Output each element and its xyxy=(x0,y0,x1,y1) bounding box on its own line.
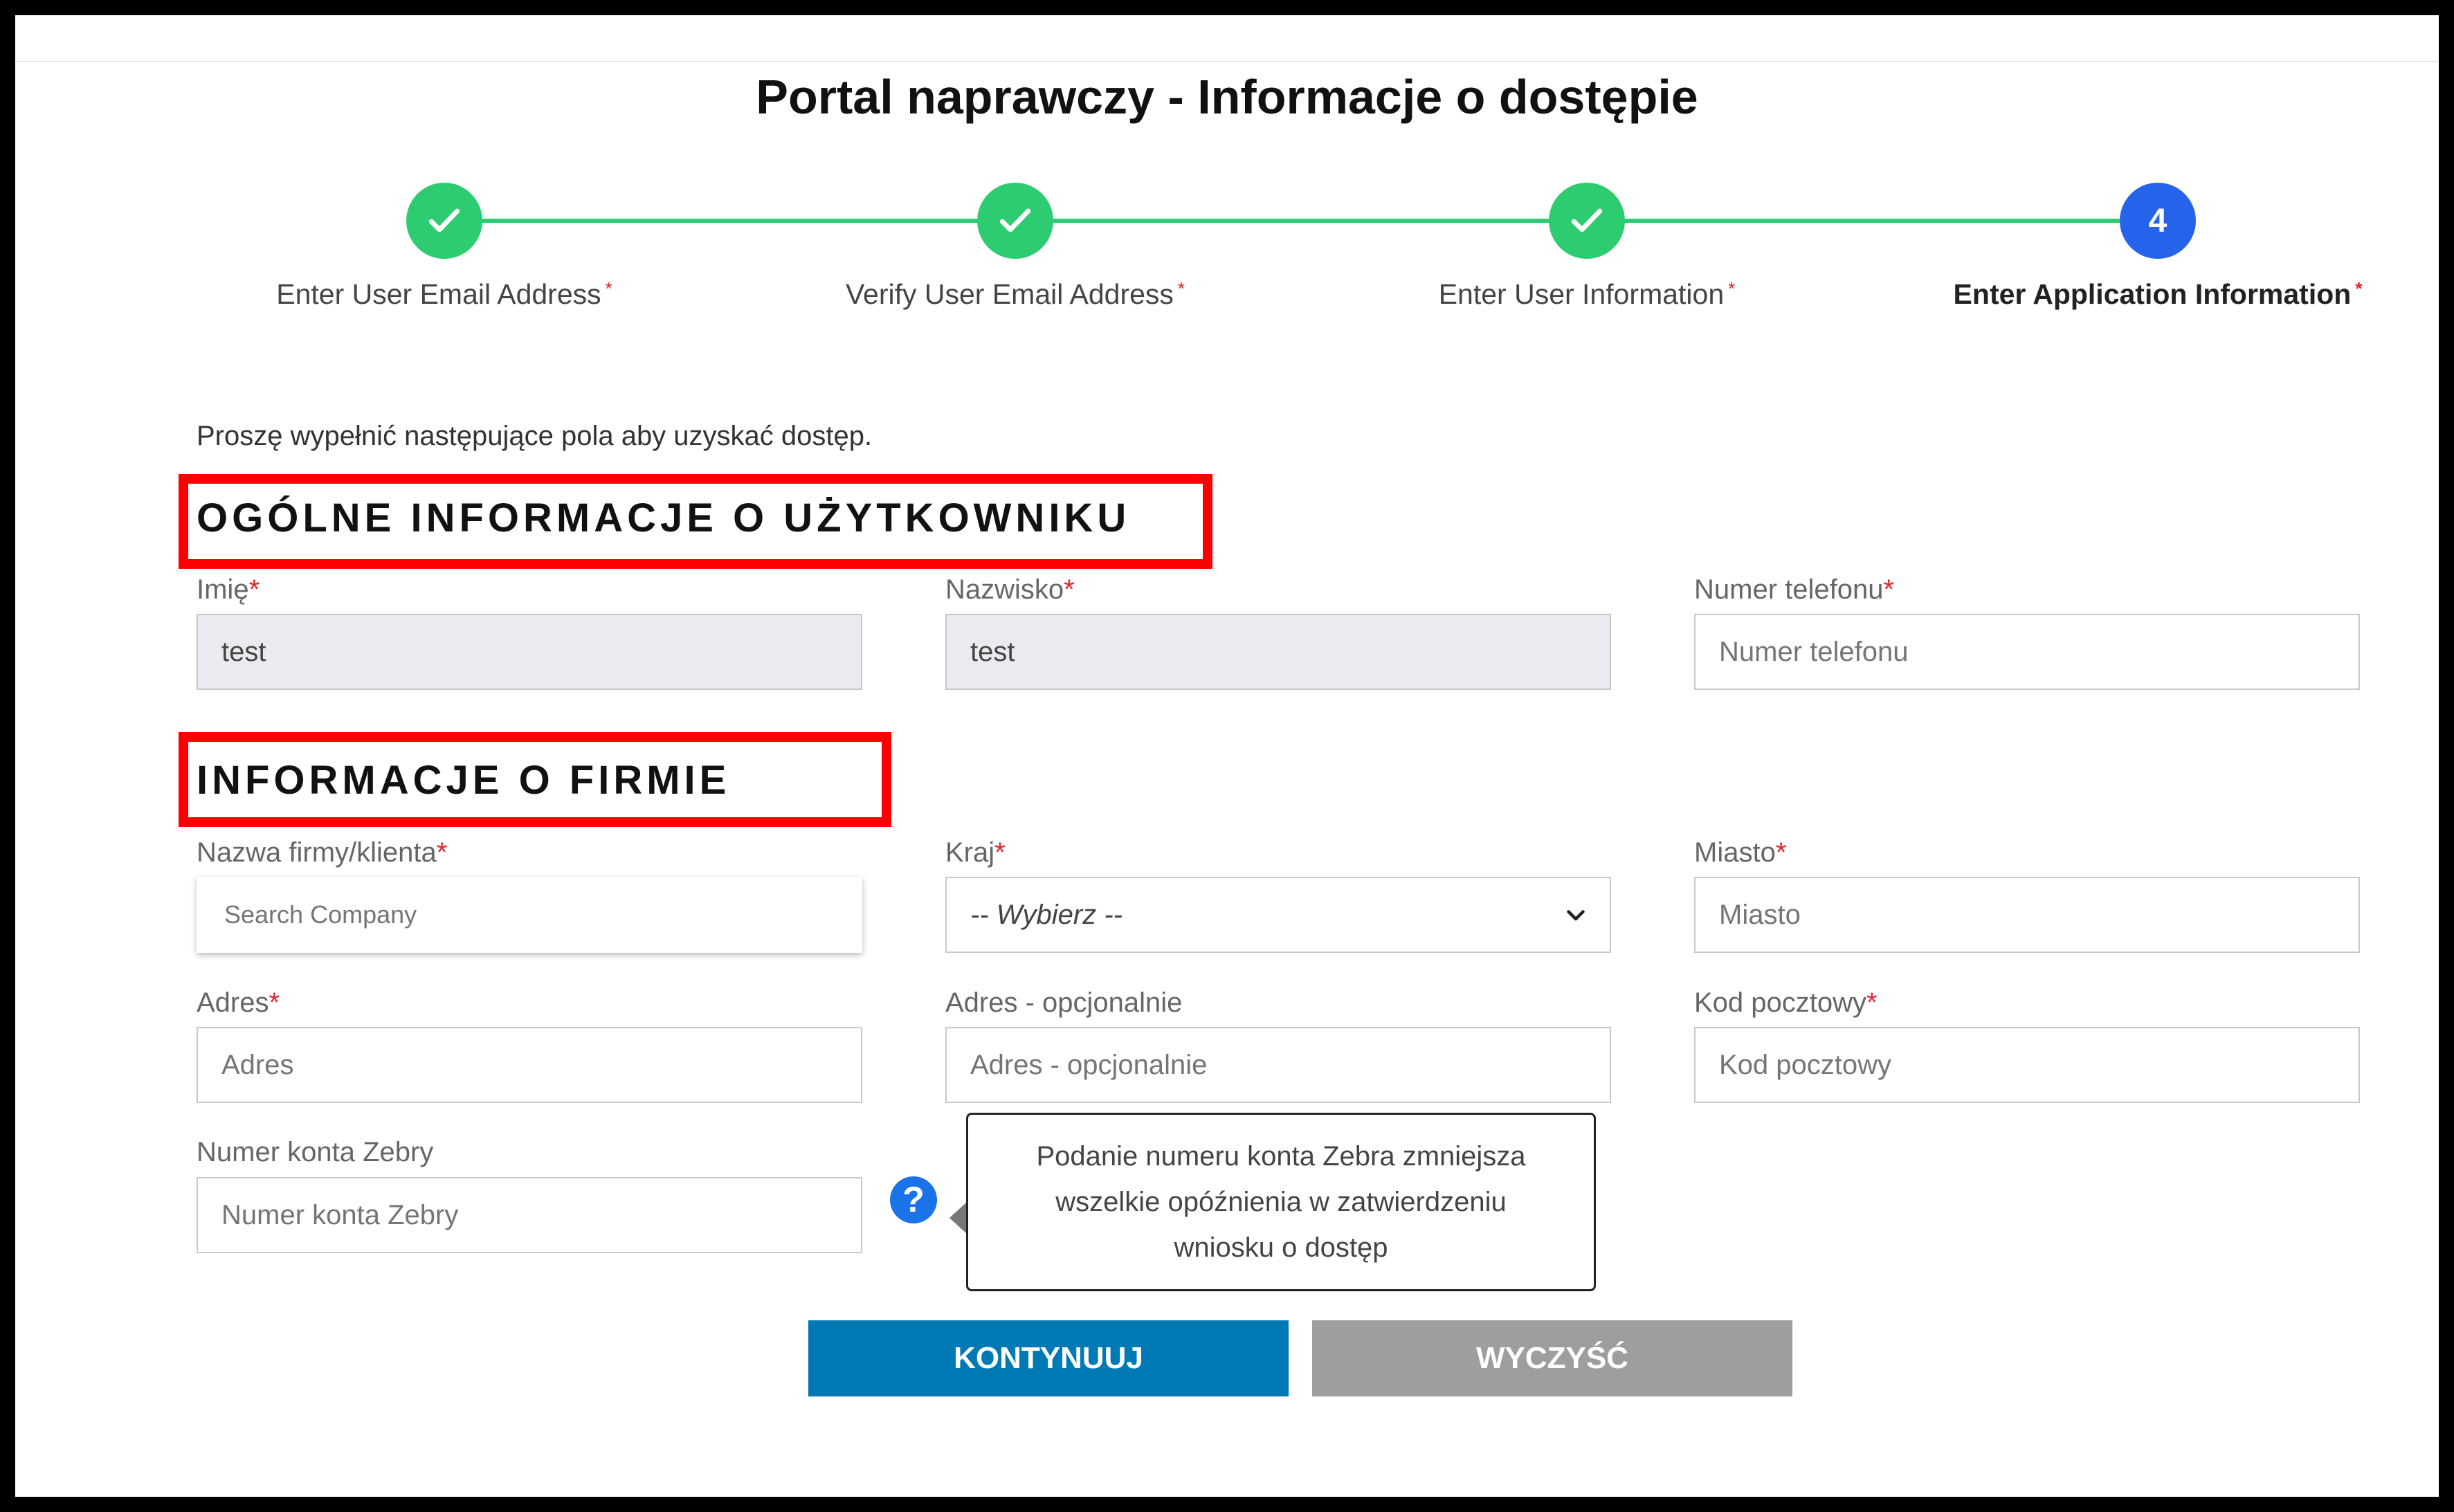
company-search-input[interactable] xyxy=(197,877,862,953)
section-title-company: INFORMACJE O FIRMIE xyxy=(197,758,731,803)
step-4-number: 4 xyxy=(2120,183,2196,259)
help-tooltip: Podanie numeru konta Zebra zmniejsza wsz… xyxy=(966,1113,1596,1291)
step-1-check-icon xyxy=(406,183,482,259)
page-title: Portal naprawczy - Informacje o dostępie xyxy=(756,70,1698,124)
step-connector xyxy=(1623,219,2121,223)
label-country: Kraj* xyxy=(945,837,1006,868)
label-postal-code: Kod pocztowy* xyxy=(1694,987,1878,1018)
header-divider xyxy=(15,61,2439,62)
label-phone: Numer telefonu* xyxy=(1694,574,1895,605)
country-select[interactable]: -- Wybierz -- xyxy=(945,877,1611,953)
clear-button[interactable]: WYCZYŚĆ xyxy=(1312,1320,1792,1396)
label-last-name: Nazwisko* xyxy=(945,574,1075,605)
label-first-name: Imię* xyxy=(197,574,260,605)
label-address: Adres* xyxy=(197,987,280,1018)
step-3-check-icon xyxy=(1549,183,1625,259)
phone-input[interactable] xyxy=(1694,614,2360,690)
step-2-label: Verify User Email Address * xyxy=(845,278,1185,310)
continue-button[interactable]: KONTYNUUJ xyxy=(808,1320,1289,1396)
step-connector xyxy=(1051,219,1550,223)
chevron-down-icon xyxy=(1556,895,1596,935)
last-name-input[interactable] xyxy=(945,614,1611,690)
label-city: Miasto* xyxy=(1694,837,1787,868)
zebra-account-input[interactable] xyxy=(197,1177,862,1253)
step-1-label: Enter User Email Address * xyxy=(276,278,612,310)
postal-code-input[interactable] xyxy=(1694,1027,2360,1103)
address-optional-input[interactable] xyxy=(945,1027,1611,1103)
intro-text: Proszę wypełnić następujące pola aby uzy… xyxy=(197,421,873,451)
tooltip-line: wniosku o dostęp xyxy=(1174,1232,1388,1263)
step-connector xyxy=(480,219,979,223)
city-input[interactable] xyxy=(1694,877,2360,953)
label-zebra-account: Numer konta Zebry xyxy=(197,1137,434,1167)
section-title-user: OGÓLNE INFORMACJE O UŻYTKOWNIKU xyxy=(197,495,1131,540)
tooltip-line: Podanie numeru konta Zebra zmniejsza xyxy=(1036,1141,1526,1172)
label-address-optional: Adres - opcjonalnie xyxy=(945,987,1183,1018)
label-company: Nazwa firmy/klienta* xyxy=(197,837,448,868)
step-4-label: Enter Application Information * xyxy=(1953,278,2363,310)
country-selected-value: -- Wybierz -- xyxy=(970,899,1123,930)
question-icon[interactable]: ? xyxy=(890,1176,937,1223)
address-input[interactable] xyxy=(197,1027,862,1103)
step-2-check-icon xyxy=(977,183,1053,259)
tooltip-arrow xyxy=(949,1203,966,1233)
tooltip-line: wszelkie opóźnienia w zatwierdzeniu xyxy=(1055,1187,1507,1217)
first-name-input[interactable] xyxy=(197,614,862,690)
step-3-label: Enter User Information * xyxy=(1438,278,1736,310)
